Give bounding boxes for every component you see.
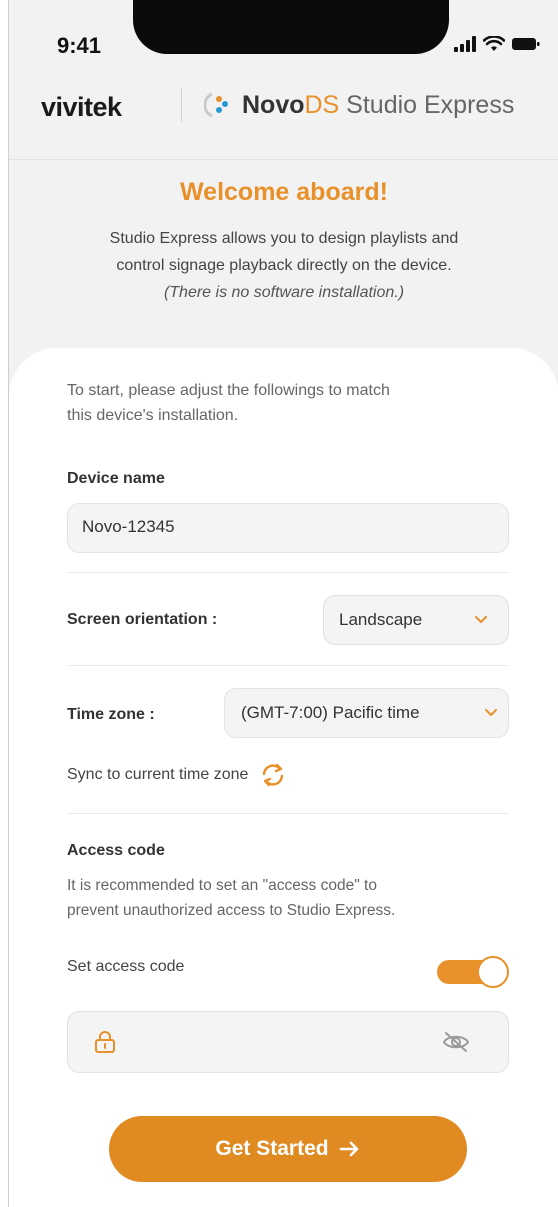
- intro-line-2: this device's installation.: [67, 407, 239, 424]
- get-started-button[interactable]: Get Started: [109, 1116, 467, 1182]
- intro-text: To start, please adjust the followings t…: [67, 378, 507, 428]
- notch: [133, 0, 449, 54]
- status-bar: 9:41: [9, 0, 558, 80]
- access-code-desc-line-1: It is recommended to set an "access code…: [67, 877, 377, 894]
- status-icons: [453, 36, 541, 52]
- lock-icon: [95, 1031, 115, 1053]
- arrow-right-icon: [339, 1141, 358, 1157]
- battery-icon: [512, 38, 540, 50]
- welcome-line-2: control signage playback directly on the…: [116, 257, 452, 274]
- logo-bar: vivitek NovoDS Studio Express: [9, 80, 558, 160]
- ds-text: DS: [304, 90, 340, 119]
- chevron-down-icon: [485, 709, 497, 716]
- orientation-select[interactable]: Landscape: [323, 595, 509, 645]
- welcome-line-1: Studio Express allows you to design play…: [109, 230, 459, 247]
- access-code-input[interactable]: [67, 1011, 509, 1073]
- access-code-desc-line-2: prevent unauthorized access to Studio Ex…: [67, 902, 396, 919]
- novods-logo: NovoDS Studio Express: [204, 90, 514, 120]
- welcome-section: Welcome aboard! Studio Express allows yo…: [9, 178, 558, 306]
- welcome-note: (There is no software installation.): [163, 284, 405, 301]
- device-name-input[interactable]: Novo-12345: [67, 503, 509, 553]
- logo-divider: [181, 88, 182, 122]
- novo-text: Novo: [242, 90, 305, 119]
- intro-line-1: To start, please adjust the followings t…: [67, 382, 390, 399]
- set-access-code-label: Set access code: [67, 958, 185, 975]
- setup-card: To start, please adjust the followings t…: [9, 348, 558, 1207]
- access-code-title: Access code: [67, 842, 165, 859]
- welcome-description: Studio Express allows you to design play…: [9, 225, 558, 279]
- phone-screen: 9:41 vivitek NovoDS Studio Express Welco…: [8, 0, 558, 1207]
- sync-timezone-row[interactable]: Sync to current time zone: [67, 762, 288, 788]
- signal-icon: [454, 36, 476, 52]
- welcome-title: Welcome aboard!: [180, 178, 388, 206]
- divider: [67, 572, 509, 573]
- sync-icon[interactable]: [258, 762, 288, 788]
- device-name-value: Novo-12345: [82, 517, 175, 536]
- studio-express-text: Studio Express: [339, 90, 515, 119]
- access-code-description: It is recommended to set an "access code…: [67, 873, 517, 923]
- timezone-select[interactable]: (GMT-7:00) Pacific time: [224, 688, 509, 738]
- status-time: 9:41: [57, 33, 102, 58]
- divider: [67, 665, 509, 666]
- novods-title: NovoDS Studio Express: [242, 91, 514, 120]
- eye-off-icon[interactable]: [442, 1030, 470, 1054]
- timezone-label: Time zone :: [67, 706, 155, 723]
- divider: [67, 813, 509, 814]
- toggle-knob: [477, 956, 509, 988]
- orientation-label: Screen orientation :: [67, 611, 218, 628]
- wifi-icon: [483, 36, 505, 51]
- get-started-label: Get Started: [215, 1137, 329, 1160]
- timezone-value: (GMT-7:00) Pacific time: [241, 703, 420, 722]
- orientation-value: Landscape: [339, 610, 423, 629]
- vivitek-logo: vivitek: [41, 92, 122, 122]
- sync-timezone-label: Sync to current time zone: [67, 766, 249, 783]
- device-name-label: Device name: [67, 470, 165, 487]
- access-code-toggle[interactable]: [437, 956, 509, 988]
- chevron-down-icon: [475, 616, 487, 623]
- novo-logo-icon: [204, 92, 228, 118]
